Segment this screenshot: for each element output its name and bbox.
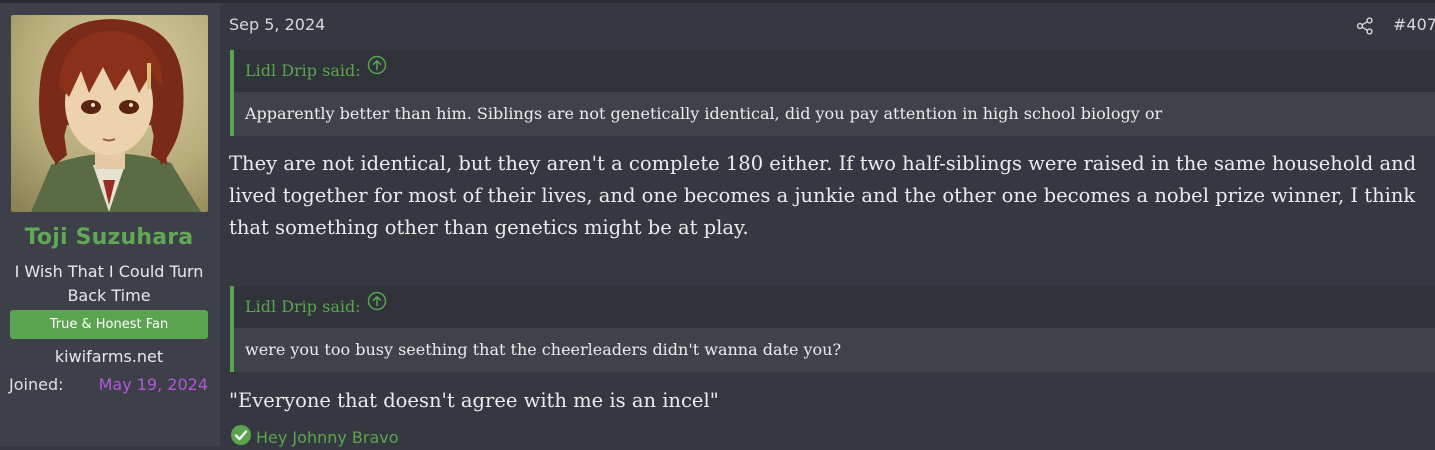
user-banner: True & Honest Fan [10, 310, 208, 339]
arrow-up-circle-icon[interactable] [367, 285, 387, 327]
post-text: "Everyone that doesn't agree with me is … [229, 389, 719, 412]
quote-author[interactable]: Lidl Drip said: [245, 297, 361, 316]
quote-body: were you too busy seething that the chee… [234, 328, 1435, 372]
quote-block: Lidl Drip said: Apparently better than h… [230, 50, 1435, 136]
quote-body: Apparently better than him. Siblings are… [234, 92, 1435, 136]
check-circle-icon [230, 424, 252, 450]
quote-header: Lidl Drip said: [234, 286, 1435, 328]
avatar-image [11, 15, 208, 212]
arrow-up-circle-icon[interactable] [367, 49, 387, 91]
share-icon[interactable] [1356, 17, 1374, 35]
joined-date: May 19, 2024 [98, 375, 208, 394]
post-date[interactable]: Sep 5, 2024 [229, 15, 325, 34]
joined-label: Joined: [9, 375, 64, 394]
user-site: kiwifarms.net [54, 347, 164, 366]
quote-block: Lidl Drip said: were you too busy seethi… [230, 286, 1435, 372]
quote-author[interactable]: Lidl Drip said: [245, 61, 361, 80]
username[interactable]: Toji Suzuhara [0, 225, 218, 250]
user-sidebar: Toji Suzuhara I Wish That I Could Turn B… [0, 3, 220, 446]
reaction-bar[interactable]: Hey Johnny Bravo [230, 424, 399, 450]
user-title: I Wish That I Could Turn Back Time [14, 262, 204, 305]
post-text: They are not identical, but they aren't … [229, 152, 1417, 239]
quote-header: Lidl Drip said: [234, 50, 1435, 92]
forum-post: Toji Suzuhara I Wish That I Could Turn B… [0, 0, 1435, 447]
reaction-users[interactable]: Hey Johnny Bravo [256, 428, 399, 447]
post-number[interactable]: #407 [1393, 15, 1435, 34]
avatar[interactable] [11, 15, 208, 212]
